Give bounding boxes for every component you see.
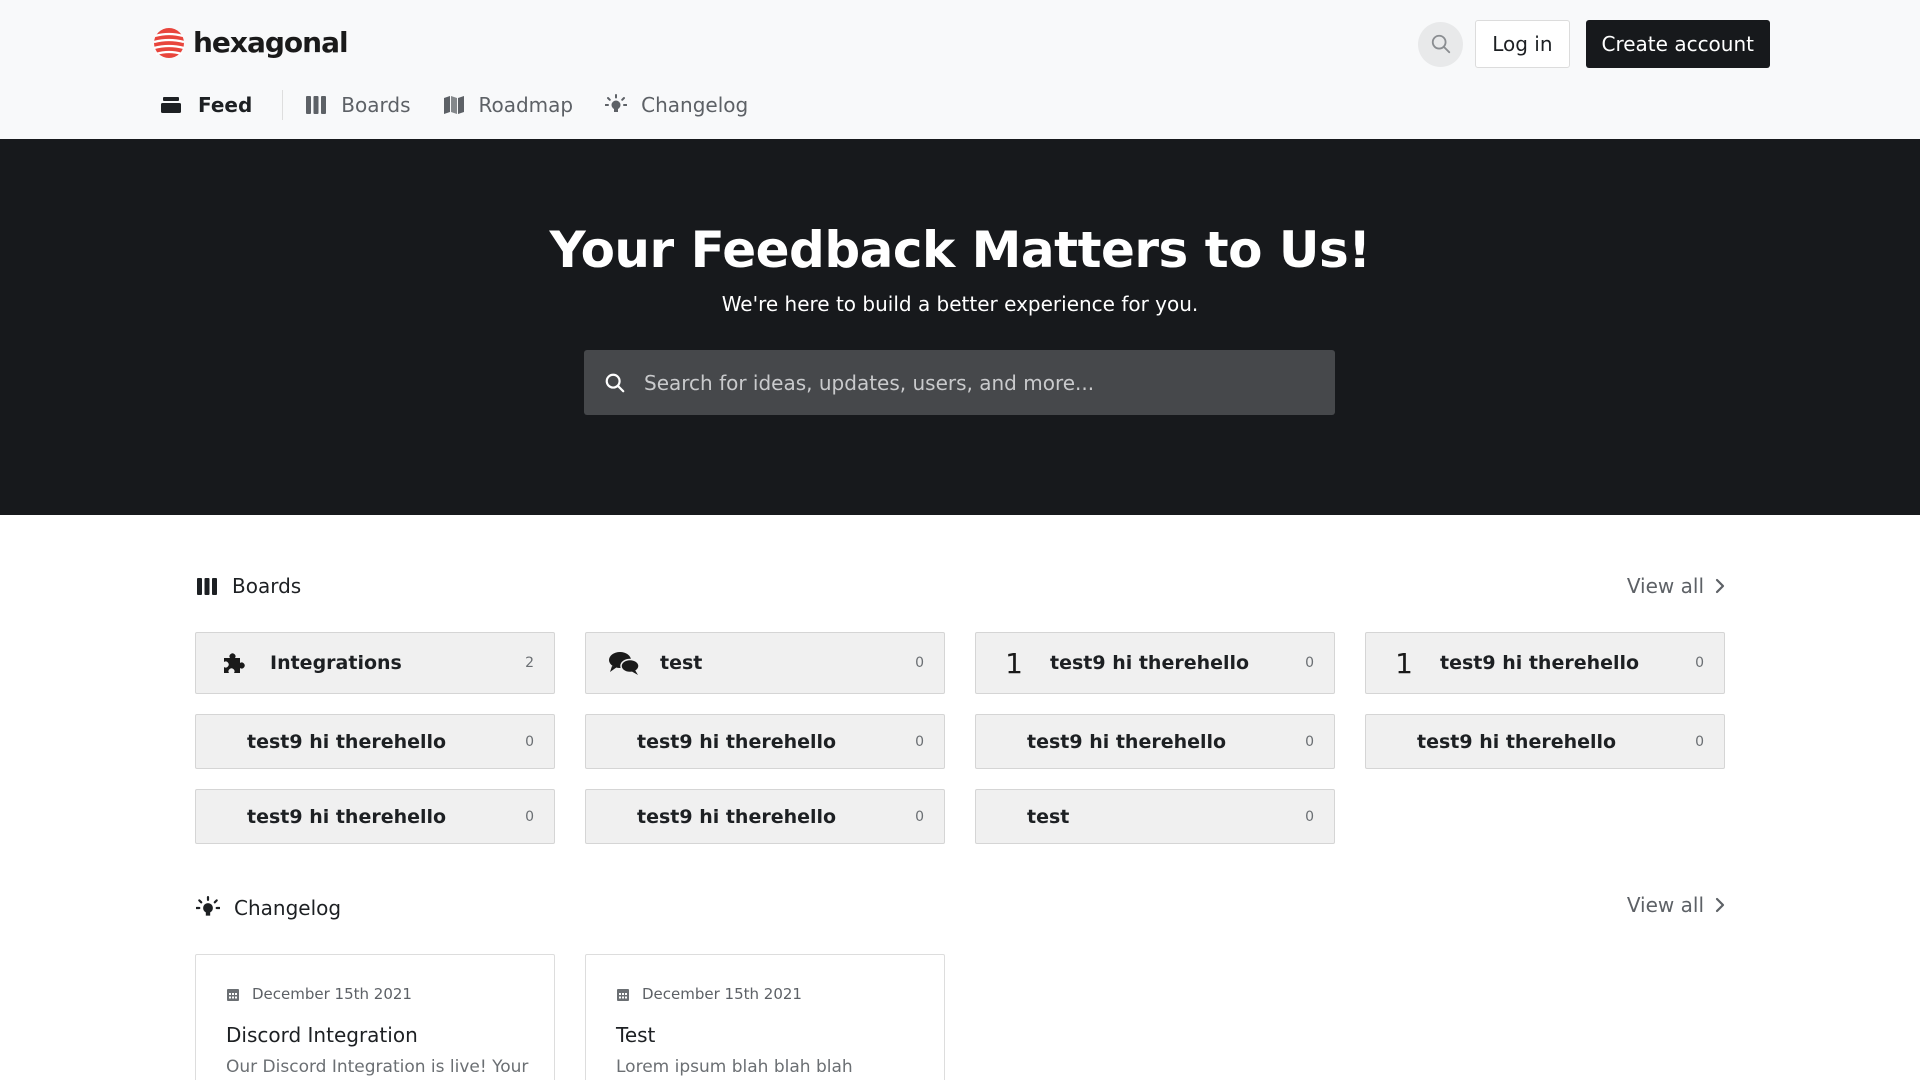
create-account-button[interactable]: Create account <box>1585 20 1770 68</box>
chevron-right-icon <box>1714 577 1726 595</box>
login-button[interactable]: Log in <box>1475 20 1570 68</box>
nav-item-boards[interactable]: Boards <box>305 93 411 117</box>
comments-icon <box>604 650 644 676</box>
board-label: test9 hi therehello <box>637 805 837 828</box>
inbox-icon <box>160 95 184 115</box>
board-label: test <box>660 652 703 674</box>
nav-item-feed[interactable]: Feed <box>160 93 252 117</box>
changelog-date-text: December 15th 2021 <box>642 985 802 1003</box>
board-label: test9 hi therehello <box>1050 652 1250 674</box>
board-count: 0 <box>915 655 924 671</box>
board-emoji: 1 <box>1005 646 1023 680</box>
calendar-icon <box>226 987 240 1002</box>
main-nav: Feed Boards Roadmap Changelog <box>160 87 780 123</box>
changelog-card[interactable]: December 15th 2021 Discord Integration O… <box>195 954 555 1080</box>
columns-icon <box>305 95 327 115</box>
calendar-icon <box>616 987 630 1002</box>
board-count: 0 <box>1305 808 1314 825</box>
changelog-date-text: December 15th 2021 <box>252 985 412 1003</box>
board-card[interactable]: test9 hi therehello 0 <box>195 714 555 769</box>
board-count: 0 <box>525 733 534 750</box>
section-title-label: Changelog <box>234 896 342 920</box>
lightbulb-icon <box>196 896 220 920</box>
changelog-excerpt: Our Discord Integration is live! Your <box>226 1057 529 1077</box>
board-card[interactable]: test9 hi therehello 0 <box>585 789 945 844</box>
board-label: test9 hi therehello <box>247 805 447 828</box>
section-title-label: Boards <box>232 574 302 598</box>
hero-subtitle: We're here to build a better experience … <box>721 292 1199 316</box>
board-count: 0 <box>915 808 924 825</box>
board-label: test9 hi therehello <box>1440 652 1640 674</box>
nav-item-label: Changelog <box>641 93 749 117</box>
header-actions: Log in Create account <box>1418 20 1770 68</box>
boards-section-title: Boards <box>196 574 301 598</box>
nav-item-roadmap[interactable]: Roadmap <box>443 93 574 117</box>
nav-divider <box>282 90 284 120</box>
map-icon <box>443 95 465 115</box>
board-card-integrations[interactable]: Integrations 2 <box>195 632 555 694</box>
board-label: test <box>1027 805 1070 828</box>
nav-item-label: Roadmap <box>478 93 574 117</box>
puzzle-icon <box>214 650 254 676</box>
brand-name: hexagonal <box>193 26 349 59</box>
lightbulb-icon <box>605 94 628 116</box>
board-card[interactable]: test9 hi therehello 0 <box>585 714 945 769</box>
changelog-title: Test <box>616 1023 656 1047</box>
logo[interactable]: hexagonal <box>153 26 349 59</box>
hexagonal-logo-icon <box>153 27 185 58</box>
view-all-label: View all <box>1626 893 1704 917</box>
board-card[interactable]: test9 hi therehello 0 <box>195 789 555 844</box>
board-label: test9 hi therehello <box>1417 730 1617 753</box>
changelog-card[interactable]: December 15th 2021 Test Lorem ipsum blah… <box>585 954 945 1080</box>
search-icon <box>605 373 625 392</box>
board-card-test[interactable]: test 0 <box>585 632 945 694</box>
board-count: 0 <box>915 733 924 750</box>
nav-item-label: Feed <box>198 93 253 117</box>
changelog-view-all-link[interactable]: View all <box>1627 893 1726 917</box>
changelog-section-title: Changelog <box>196 896 341 920</box>
board-card[interactable]: test 0 <box>975 789 1335 844</box>
board-card[interactable]: 1 test9 hi therehello 0 <box>975 632 1335 694</box>
changelog-title: Discord Integration <box>226 1023 418 1047</box>
board-count: 0 <box>525 808 534 825</box>
board-card[interactable]: test9 hi therehello 0 <box>975 714 1335 769</box>
board-label: Integrations <box>270 652 402 674</box>
board-label: test9 hi therehello <box>637 730 837 753</box>
board-emoji: 1 <box>1395 646 1413 680</box>
nav-item-label: Boards <box>341 93 411 117</box>
view-all-label: View all <box>1626 574 1704 598</box>
board-count: 0 <box>1305 733 1314 750</box>
hero-title: Your Feedback Matters to Us! <box>549 221 1371 279</box>
hero-search-bar[interactable] <box>584 350 1335 415</box>
search-button[interactable] <box>1418 21 1464 67</box>
board-count: 0 <box>1305 655 1314 671</box>
boards-view-all-link[interactable]: View all <box>1627 574 1726 598</box>
board-label: test9 hi therehello <box>1027 730 1227 753</box>
columns-icon <box>196 576 218 596</box>
chevron-right-icon <box>1714 896 1726 914</box>
changelog-date: December 15th 2021 <box>226 985 524 1003</box>
board-count: 2 <box>525 655 534 671</box>
hero-search-input[interactable] <box>644 370 1284 395</box>
board-count: 0 <box>1695 655 1704 671</box>
board-count: 0 <box>1695 733 1704 750</box>
board-card[interactable]: test9 hi therehello 0 <box>1365 714 1725 769</box>
search-icon <box>1431 34 1450 54</box>
top-header: hexagonal Log in Create account Feed Boa… <box>0 0 1920 139</box>
board-label: test9 hi therehello <box>247 730 447 753</box>
changelog-date: December 15th 2021 <box>616 985 914 1003</box>
nav-item-changelog[interactable]: Changelog <box>605 93 748 117</box>
board-card[interactable]: 1 test9 hi therehello 0 <box>1365 632 1725 694</box>
hero-banner: Your Feedback Matters to Us! We're here … <box>0 139 1920 515</box>
changelog-excerpt: Lorem ipsum blah blah blah <box>616 1057 853 1077</box>
